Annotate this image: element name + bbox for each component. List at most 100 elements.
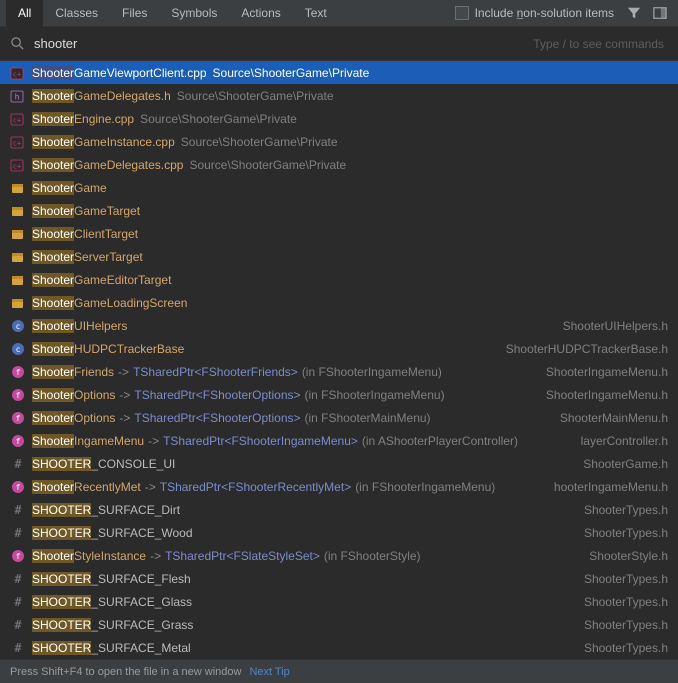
cpp-icon: c+ xyxy=(10,65,26,81)
result-main: SHOOTER_CONSOLE_UI xyxy=(32,457,575,471)
result-name: ShooterServerTarget xyxy=(32,250,143,264)
arrow-icon: -> xyxy=(118,365,129,379)
svg-text:f: f xyxy=(16,552,21,561)
tab-classes[interactable]: Classes xyxy=(43,0,110,27)
result-row[interactable]: ShooterGameEditorTarget xyxy=(0,268,678,291)
result-row[interactable]: f ShooterStyleInstance -> TSharedPtr<FSla… xyxy=(0,544,678,567)
result-row[interactable]: #SHOOTER_SURFACE_GrassShooterTypes.h xyxy=(0,613,678,636)
result-context: (in AShooterPlayerController) xyxy=(362,434,518,448)
result-row[interactable]: ShooterClientTarget xyxy=(0,222,678,245)
result-row[interactable]: # SHOOTER_SURFACE_Metal ShooterTypes.h xyxy=(0,636,678,659)
result-row[interactable]: c+ ShooterGameViewportClient.cppSource\Sh… xyxy=(0,61,678,84)
def-icon: # xyxy=(10,617,26,633)
result-name: ShooterIngameMenu xyxy=(32,434,144,448)
result-row[interactable]: fShooterIngameMenu -> TSharedPtr<FShoote… xyxy=(0,429,678,452)
result-main: ShooterGameViewportClient.cppSource\Shoo… xyxy=(32,66,668,80)
result-row[interactable]: # SHOOTER_SURFACE_Glass ShooterTypes.h xyxy=(0,590,678,613)
result-row[interactable]: c+ShooterGameDelegates.cppSource\Shooter… xyxy=(0,153,678,176)
svg-text:c+: c+ xyxy=(13,139,21,147)
tab-files[interactable]: Files xyxy=(110,0,159,27)
result-row[interactable]: #SHOOTER_CONSOLE_UIShooterGame.h xyxy=(0,452,678,475)
result-row[interactable]: #SHOOTER_SURFACE_FleshShooterTypes.h xyxy=(0,567,678,590)
def-icon: # xyxy=(10,640,26,656)
result-type: TSharedPtr<FShooterRecentlyMet> xyxy=(160,480,351,494)
tab-text[interactable]: Text xyxy=(293,0,339,27)
arrow-icon: -> xyxy=(145,480,156,494)
result-main: ShooterStyleInstance -> TSharedPtr<FSlat… xyxy=(32,549,581,563)
result-name: ShooterGameLoadingScreen xyxy=(32,296,187,310)
fld-icon: f xyxy=(10,479,26,495)
result-path: Source\ShooterGame\Private xyxy=(189,158,346,172)
result-row[interactable]: cShooterUIHelpersShooterUIHelpers.h xyxy=(0,314,678,337)
result-row[interactable]: ShooterServerTarget xyxy=(0,245,678,268)
arrow-icon: -> xyxy=(119,388,130,402)
cpp-icon: c+ xyxy=(10,111,26,127)
result-main: ShooterEngine.cppSource\ShooterGame\Priv… xyxy=(32,112,668,126)
result-location: ShooterTypes.h xyxy=(576,595,668,609)
result-row[interactable]: fShooterFriends -> TSharedPtr<FShooterFr… xyxy=(0,360,678,383)
result-main: SHOOTER_SURFACE_Dirt xyxy=(32,503,576,517)
preview-toggle-icon[interactable] xyxy=(650,3,670,23)
next-tip-link[interactable]: Next Tip xyxy=(249,666,289,678)
result-row[interactable]: fShooterOptions -> TSharedPtr<FShooterOp… xyxy=(0,406,678,429)
arrow-icon: -> xyxy=(119,411,130,425)
result-row[interactable]: #SHOOTER_SURFACE_WoodShooterTypes.h xyxy=(0,521,678,544)
arrow-icon: -> xyxy=(148,434,159,448)
result-name: SHOOTER_CONSOLE_UI xyxy=(32,457,175,471)
result-location: ShooterTypes.h xyxy=(576,641,668,655)
def-icon: # xyxy=(10,525,26,541)
search-input[interactable] xyxy=(34,36,533,51)
result-type: TSharedPtr<FShooterIngameMenu> xyxy=(163,434,358,448)
result-main: SHOOTER_SURFACE_Flesh xyxy=(32,572,576,586)
result-row[interactable]: fShooterRecentlyMet -> TSharedPtr<FShoot… xyxy=(0,475,678,498)
result-location: ShooterHUDPCTrackerBase.h xyxy=(498,342,668,356)
result-row[interactable]: hShooterGameDelegates.hSource\ShooterGam… xyxy=(0,84,678,107)
result-name: ShooterHUDPCTrackerBase xyxy=(32,342,184,356)
result-type: TSharedPtr<FShooterOptions> xyxy=(134,411,300,425)
result-name: ShooterStyleInstance xyxy=(32,549,146,563)
filter-icon[interactable] xyxy=(624,3,644,23)
tab-all[interactable]: All xyxy=(6,0,43,27)
svg-text:#: # xyxy=(14,595,22,609)
result-row[interactable]: ShooterGame xyxy=(0,176,678,199)
svg-text:#: # xyxy=(14,641,22,655)
result-main: ShooterIngameMenu -> TSharedPtr<FShooter… xyxy=(32,434,573,448)
result-name: ShooterGameDelegates.h xyxy=(32,89,171,103)
result-name: ShooterFriends xyxy=(32,365,114,379)
svg-text:c: c xyxy=(16,322,21,331)
result-location: ShooterMainMenu.h xyxy=(552,411,668,425)
tab-actions[interactable]: Actions xyxy=(229,0,292,27)
def-icon: # xyxy=(10,502,26,518)
svg-text:c: c xyxy=(16,345,21,354)
result-row[interactable]: c ShooterHUDPCTrackerBase ShooterHUDPCTrac… xyxy=(0,337,678,360)
result-name: SHOOTER_SURFACE_Wood xyxy=(32,526,193,540)
result-row[interactable]: c+ ShooterEngine.cppSource\ShooterGame\Pr… xyxy=(0,107,678,130)
svg-text:c+: c+ xyxy=(13,116,21,124)
result-row[interactable]: fShooterOptions -> TSharedPtr<FShooterOp… xyxy=(0,383,678,406)
result-main: SHOOTER_SURFACE_Grass xyxy=(32,618,576,632)
result-name: SHOOTER_SURFACE_Glass xyxy=(32,595,192,609)
result-location: ShooterTypes.h xyxy=(576,503,668,517)
result-name: ShooterGameDelegates.cpp xyxy=(32,158,183,172)
result-location: ShooterStyle.h xyxy=(581,549,668,563)
result-name: ShooterGameViewportClient.cpp xyxy=(32,66,207,80)
result-name: SHOOTER_SURFACE_Metal xyxy=(32,641,191,655)
tab-symbols[interactable]: Symbols xyxy=(159,0,229,27)
svg-text:f: f xyxy=(16,391,21,400)
search-icon xyxy=(10,36,26,52)
result-row[interactable]: # SHOOTER_SURFACE_DirtShooterTypes.h xyxy=(0,498,678,521)
result-main: ShooterFriends -> TSharedPtr<FShooterFri… xyxy=(32,365,538,379)
result-row[interactable]: ShooterGameTarget xyxy=(0,199,678,222)
result-context: (in FShooterIngameMenu) xyxy=(355,480,495,494)
fld-icon: f xyxy=(10,410,26,426)
svg-text:#: # xyxy=(14,618,22,632)
result-row[interactable]: c+ShooterGameInstance.cppSource\ShooterG… xyxy=(0,130,678,153)
result-main: ShooterGameTarget xyxy=(32,204,668,218)
result-row[interactable]: ShooterGameLoadingScreen xyxy=(0,291,678,314)
results-list[interactable]: c+ShooterGameViewportClient.cppSource\Sh… xyxy=(0,61,678,659)
svg-text:#: # xyxy=(14,503,22,517)
include-non-solution-checkbox[interactable]: Include non-solution items xyxy=(455,6,618,20)
result-name: SHOOTER_SURFACE_Grass xyxy=(32,618,193,632)
result-type: TSharedPtr<FShooterFriends> xyxy=(133,365,298,379)
mod-icon xyxy=(10,203,26,219)
